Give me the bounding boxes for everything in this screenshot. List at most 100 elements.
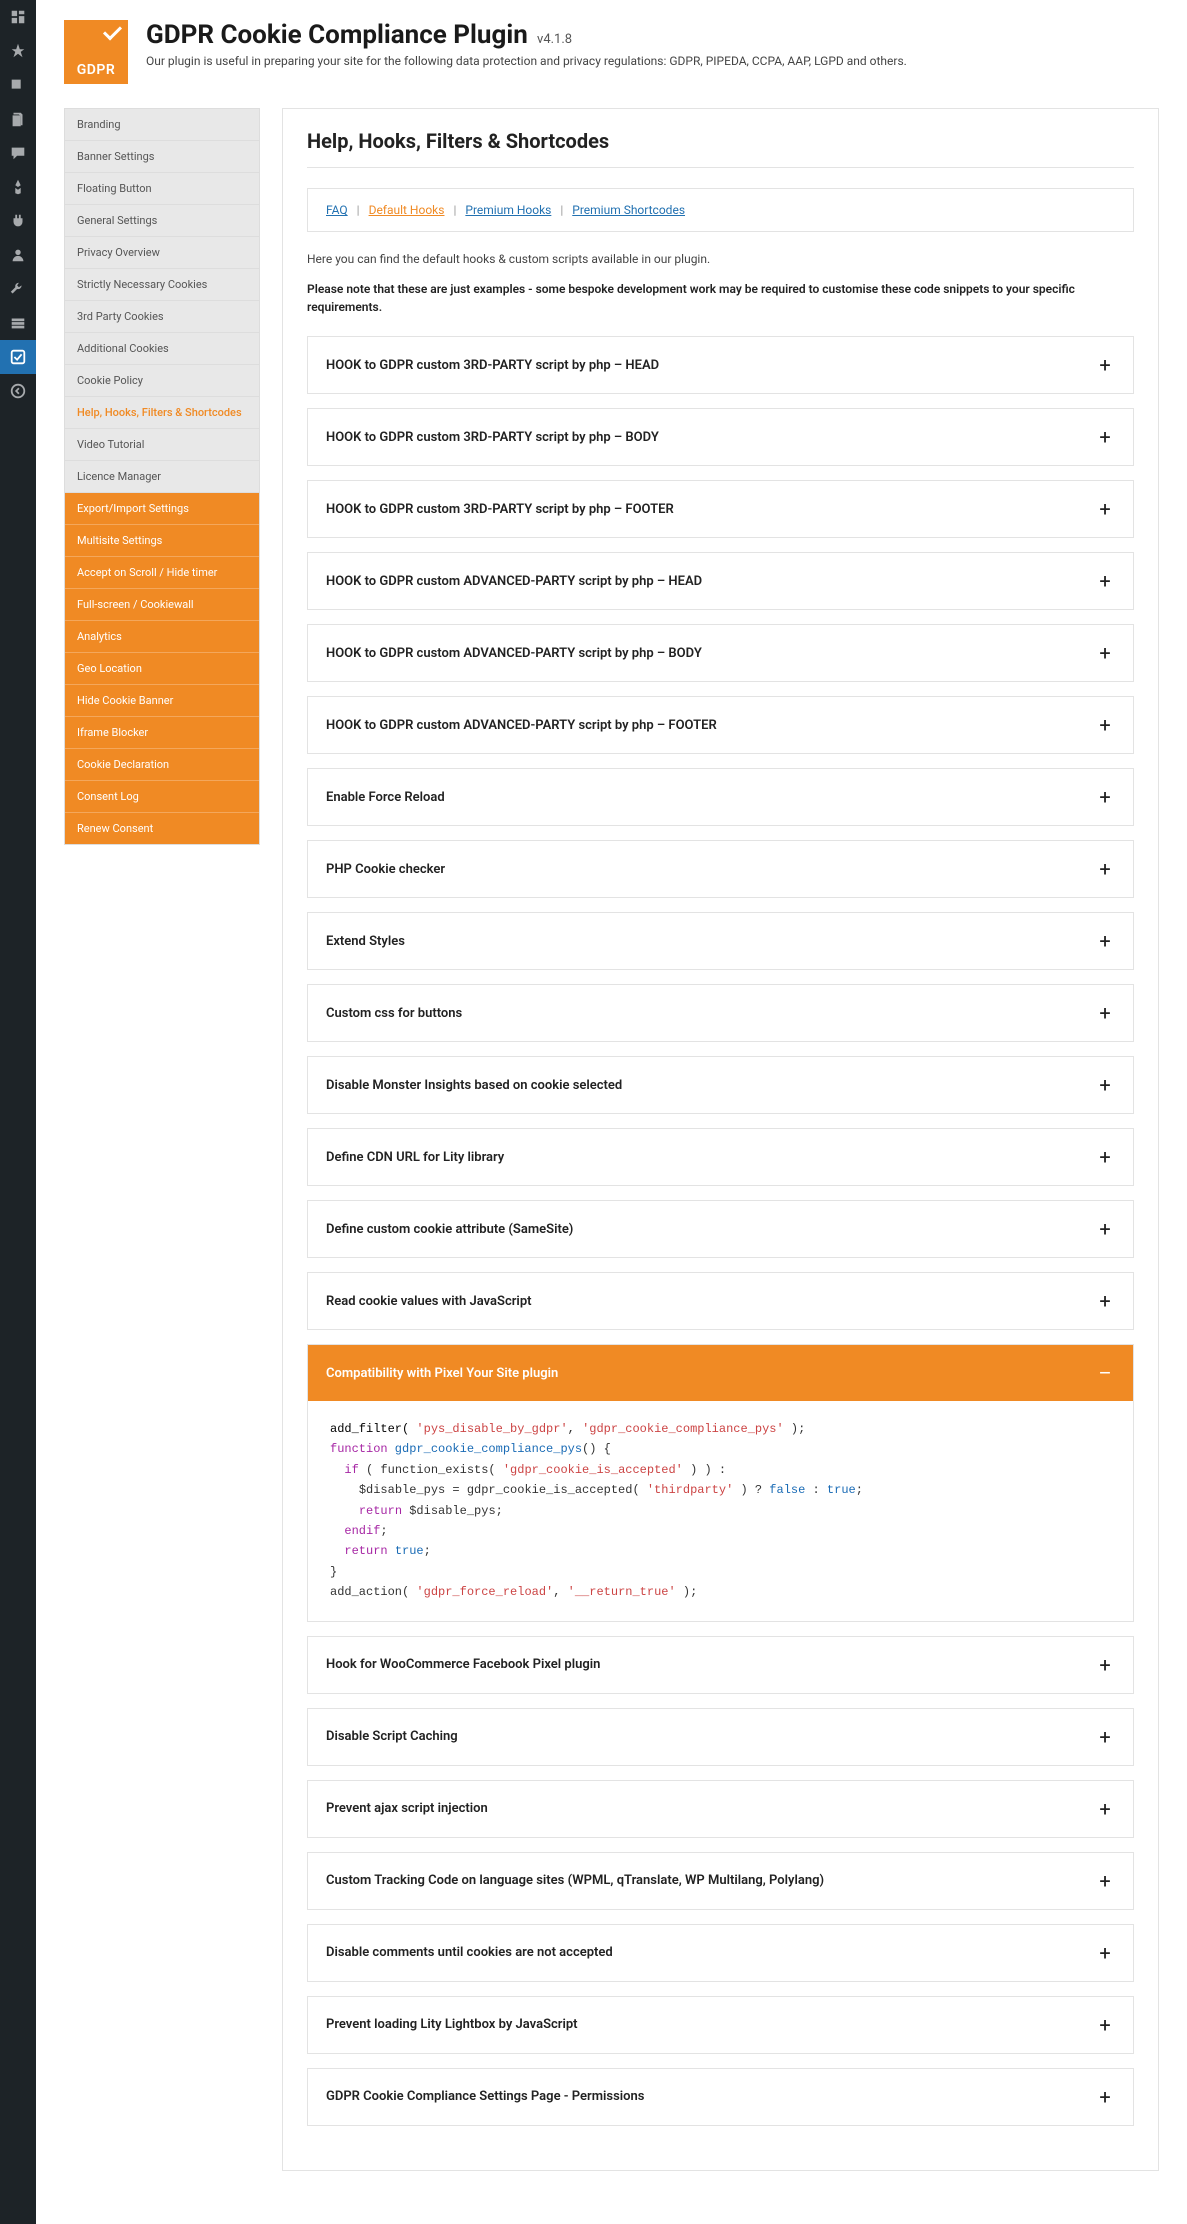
wp-menu-media[interactable] — [0, 68, 36, 102]
pages-icon — [9, 110, 27, 128]
accordion-header[interactable]: Custom css for buttons+ — [308, 985, 1133, 1041]
plus-icon: + — [1095, 857, 1115, 881]
accordion-title: GDPR Cookie Compliance Settings Page - P… — [326, 2089, 644, 2104]
accordion-header[interactable]: Enable Force Reload + — [308, 769, 1133, 825]
wp-menu-plugins[interactable] — [0, 204, 36, 238]
accordion-header[interactable]: HOOK to GDPR custom 3RD-PARTY script by … — [308, 337, 1133, 393]
wp-menu-settings[interactable] — [0, 306, 36, 340]
plus-icon: + — [1095, 2013, 1115, 2037]
sidebar-item[interactable]: Consent Log — [65, 781, 259, 813]
accordion-header[interactable]: Disable Script Caching+ — [308, 1709, 1133, 1765]
accordion-header[interactable]: GDPR Cookie Compliance Settings Page - P… — [308, 2069, 1133, 2125]
version-label: v4.1.8 — [537, 32, 572, 47]
tab-faq[interactable]: FAQ — [326, 203, 348, 217]
accordion-header[interactable]: Extend Styles+ — [308, 913, 1133, 969]
sidebar-item[interactable]: Additional Cookies — [65, 333, 259, 365]
accordion-header[interactable]: Custom Tracking Code on language sites (… — [308, 1853, 1133, 1909]
sidebar-item[interactable]: Branding — [65, 109, 259, 141]
accordion-title: HOOK to GDPR custom ADVANCED-PARTY scrip… — [326, 718, 717, 733]
accordion-header[interactable]: HOOK to GDPR custom ADVANCED-PARTY scrip… — [308, 625, 1133, 681]
sidebar-item[interactable]: Privacy Overview — [65, 237, 259, 269]
sidebar-item[interactable]: Video Tutorial — [65, 429, 259, 461]
sidebar-item[interactable]: Renew Consent — [65, 813, 259, 844]
accordion-header[interactable]: HOOK to GDPR custom 3RD-PARTY script by … — [308, 409, 1133, 465]
wp-admin-sidebar — [0, 0, 36, 2224]
accordion-title: Disable Script Caching — [326, 1729, 458, 1744]
plus-icon: + — [1095, 1797, 1115, 1821]
sidebar-item[interactable]: Geo Location — [65, 653, 259, 685]
sidebar-item[interactable]: Strictly Necessary Cookies — [65, 269, 259, 301]
plus-icon: + — [1095, 1289, 1115, 1313]
check-icon — [102, 26, 122, 40]
plus-icon: + — [1095, 641, 1115, 665]
accordion-header[interactable]: HOOK to GDPR custom ADVANCED-PARTY scrip… — [308, 553, 1133, 609]
accordion-header[interactable]: Read cookie values with JavaScript+ — [308, 1273, 1133, 1329]
plus-icon: + — [1095, 2085, 1115, 2109]
wp-menu-gdpr[interactable] — [0, 340, 36, 374]
accordion-title: Define custom cookie attribute (SameSite… — [326, 1222, 573, 1237]
accordion-title: Custom css for buttons — [326, 1006, 462, 1021]
sidebar-item[interactable]: Full-screen / Cookiewall — [65, 589, 259, 621]
accordion-item: HOOK to GDPR custom ADVANCED-PARTY scrip… — [307, 696, 1134, 754]
divider — [307, 167, 1134, 168]
accordion-title: HOOK to GDPR custom ADVANCED-PARTY scrip… — [326, 646, 702, 661]
accordion-header[interactable]: Compatibility with Pixel Your Site plugi… — [308, 1345, 1133, 1401]
sidebar-item[interactable]: Accept on Scroll / Hide timer — [65, 557, 259, 589]
sidebar-item[interactable]: Licence Manager — [65, 461, 259, 493]
accordion-item: HOOK to GDPR custom ADVANCED-PARTY scrip… — [307, 624, 1134, 682]
accordion-title: Extend Styles — [326, 934, 405, 949]
accordion-item: Define custom cookie attribute (SameSite… — [307, 1200, 1134, 1258]
accordion-header[interactable]: HOOK to GDPR custom 3RD-PARTY script by … — [308, 481, 1133, 537]
sidebar-item[interactable]: Cookie Declaration — [65, 749, 259, 781]
sidebar-item[interactable]: Hide Cookie Banner — [65, 685, 259, 717]
sidebar-item[interactable]: Analytics — [65, 621, 259, 653]
wp-menu-pin[interactable] — [0, 34, 36, 68]
separator: | — [357, 203, 360, 217]
accordion-item: Custom css for buttons+ — [307, 984, 1134, 1042]
plus-icon: + — [1095, 785, 1115, 809]
accordion-header[interactable]: Prevent ajax script injection+ — [308, 1781, 1133, 1837]
accordion-header[interactable]: Define CDN URL for Lity library + — [308, 1129, 1133, 1185]
accordion-header[interactable]: Hook for WooCommerce Facebook Pixel plug… — [308, 1637, 1133, 1693]
wp-menu-dashboard[interactable] — [0, 0, 36, 34]
sidebar-item[interactable]: Cookie Policy — [65, 365, 259, 397]
sidebar-item[interactable]: Help, Hooks, Filters & Shortcodes — [65, 397, 259, 429]
wp-menu-users[interactable] — [0, 238, 36, 272]
accordion-header[interactable]: Define custom cookie attribute (SameSite… — [308, 1201, 1133, 1257]
sidebar-item[interactable]: Export/Import Settings — [65, 493, 259, 525]
accordion-title: Enable Force Reload — [326, 790, 445, 805]
pin-icon — [9, 42, 27, 60]
accordion-item: Hook for WooCommerce Facebook Pixel plug… — [307, 1636, 1134, 1694]
plus-icon: + — [1095, 1145, 1115, 1169]
sidebar-item[interactable]: Iframe Blocker — [65, 717, 259, 749]
media-icon — [9, 76, 27, 94]
accordion-header[interactable]: Disable Monster Insights based on cookie… — [308, 1057, 1133, 1113]
accordion-title: Compatibility with Pixel Your Site plugi… — [326, 1366, 558, 1381]
accordion-header[interactable]: HOOK to GDPR custom ADVANCED-PARTY scrip… — [308, 697, 1133, 753]
sidebar-item[interactable]: Banner Settings — [65, 141, 259, 173]
content-heading: Help, Hooks, Filters & Shortcodes — [307, 129, 1134, 153]
tab-premium-shortcodes[interactable]: Premium Shortcodes — [572, 203, 685, 217]
accordion-title: HOOK to GDPR custom ADVANCED-PARTY scrip… — [326, 574, 702, 589]
accordion-header[interactable]: Disable comments until cookies are not a… — [308, 1925, 1133, 1981]
wp-menu-pages[interactable] — [0, 102, 36, 136]
accordion-title: Define CDN URL for Lity library — [326, 1150, 504, 1165]
wp-menu-tools[interactable] — [0, 272, 36, 306]
sidebar-item[interactable]: General Settings — [65, 205, 259, 237]
accordion-header[interactable]: PHP Cookie checker+ — [308, 841, 1133, 897]
accordion-item: Disable Script Caching+ — [307, 1708, 1134, 1766]
wp-menu-collapse[interactable] — [0, 374, 36, 408]
plus-icon: + — [1095, 713, 1115, 737]
wp-menu-appearance[interactable] — [0, 170, 36, 204]
accordion-header[interactable]: Prevent loading Lity Lightbox by JavaScr… — [308, 1997, 1133, 2053]
accordion-item: Custom Tracking Code on language sites (… — [307, 1852, 1134, 1910]
separator: | — [560, 203, 563, 217]
sidebar-item[interactable]: Floating Button — [65, 173, 259, 205]
wp-menu-comments[interactable] — [0, 136, 36, 170]
accordion-body: add_filter( 'pys_disable_by_gdpr', 'gdpr… — [308, 1401, 1133, 1621]
sidebar-item[interactable]: Multisite Settings — [65, 525, 259, 557]
sidebar-item[interactable]: 3rd Party Cookies — [65, 301, 259, 333]
gdpr-logo: GDPR — [64, 20, 128, 84]
tab-default-hooks[interactable]: Default Hooks — [369, 203, 445, 217]
tab-premium-hooks[interactable]: Premium Hooks — [465, 203, 551, 217]
